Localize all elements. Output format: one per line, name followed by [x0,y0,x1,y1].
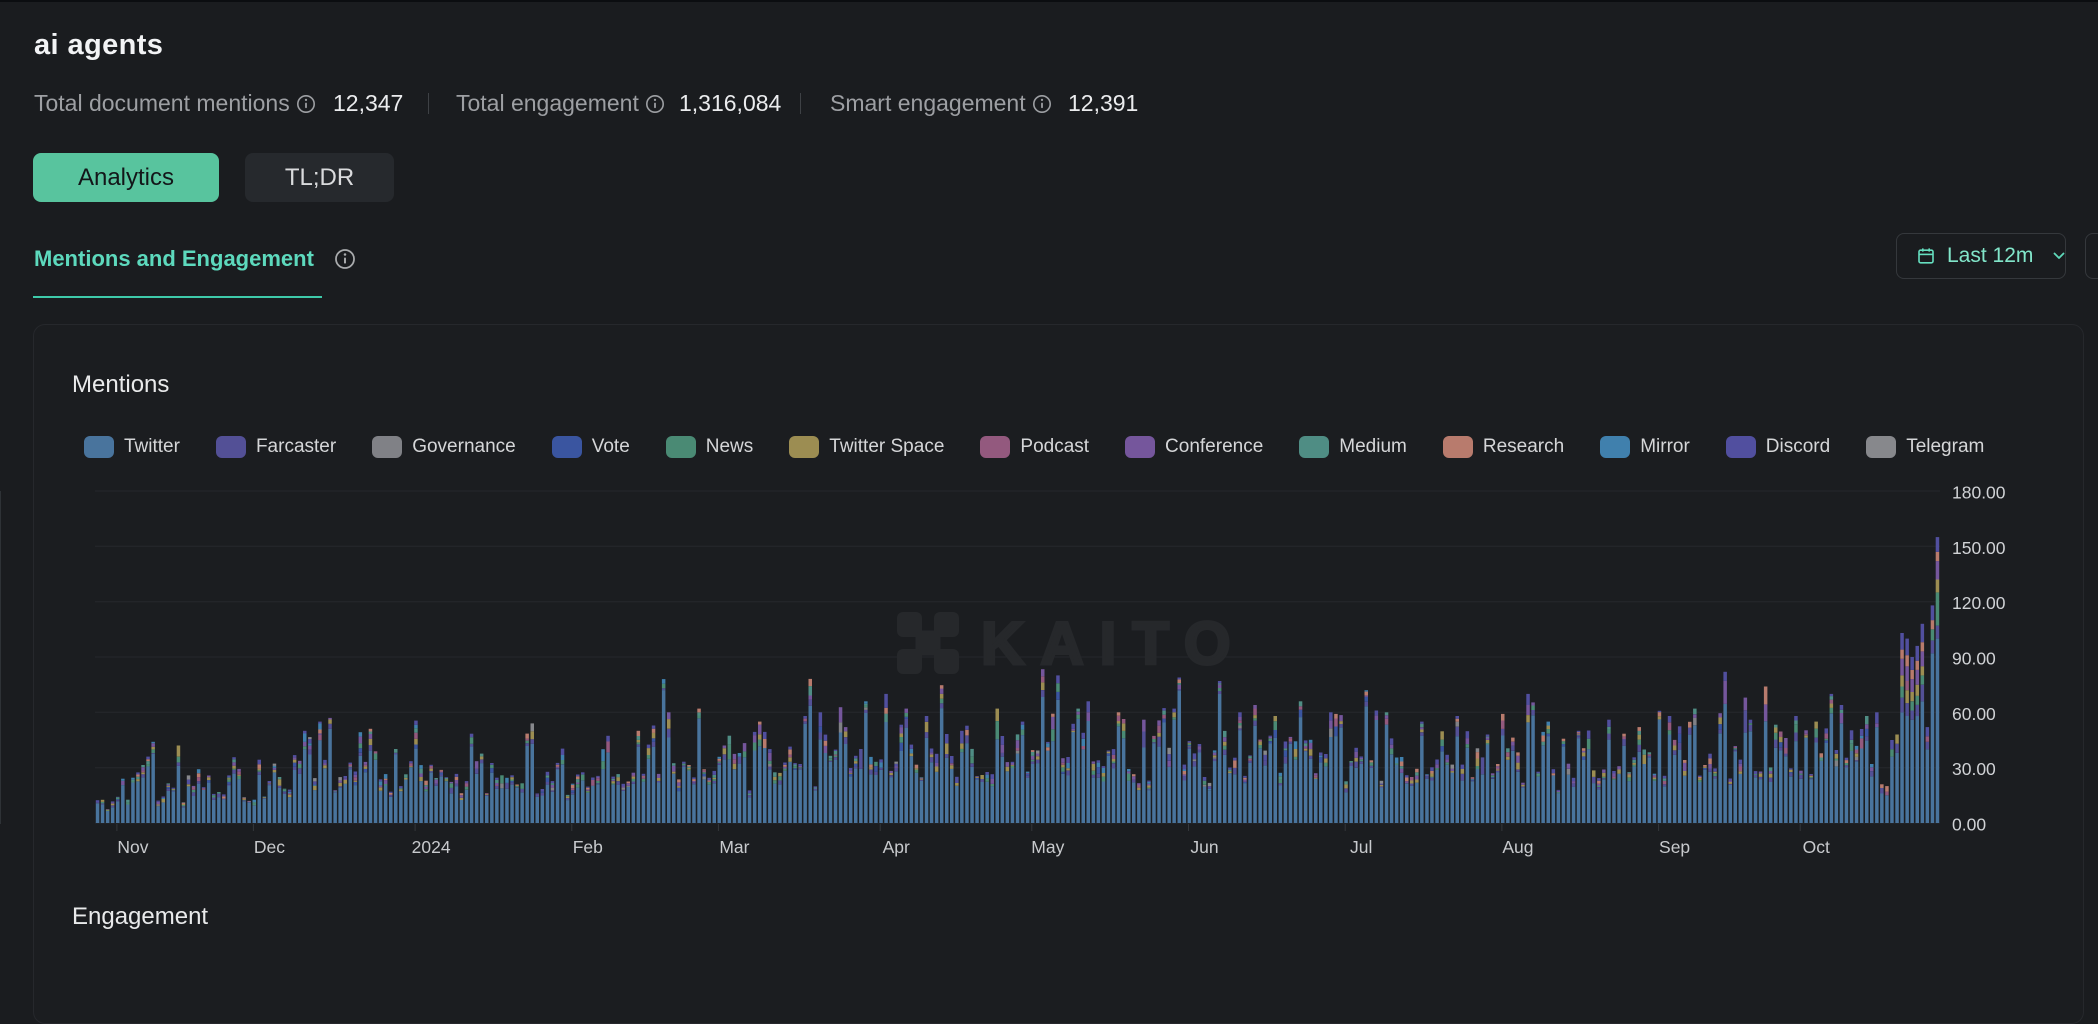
svg-text:150.00: 150.00 [1952,538,2006,558]
svg-text:KAITO: KAITO [981,610,1247,677]
svg-text:Aug: Aug [1502,837,1533,857]
svg-text:Jun: Jun [1190,837,1218,857]
svg-text:90.00: 90.00 [1952,649,1996,669]
svg-text:0.00: 0.00 [1952,815,1986,835]
svg-text:30.00: 30.00 [1952,759,1996,779]
svg-text:Jul: Jul [1350,837,1372,857]
svg-text:60.00: 60.00 [1952,704,1996,724]
svg-text:Dec: Dec [254,837,285,857]
svg-text:Oct: Oct [1803,837,1830,857]
svg-text:May: May [1031,837,1064,857]
svg-text:2024: 2024 [412,837,451,857]
svg-text:Nov: Nov [117,837,148,857]
svg-text:120.00: 120.00 [1952,593,2006,613]
svg-text:Feb: Feb [573,837,603,857]
svg-text:Sep: Sep [1659,837,1690,857]
svg-text:Apr: Apr [883,837,910,857]
svg-text:Mar: Mar [719,837,749,857]
svg-text:180.00: 180.00 [1952,483,2006,503]
